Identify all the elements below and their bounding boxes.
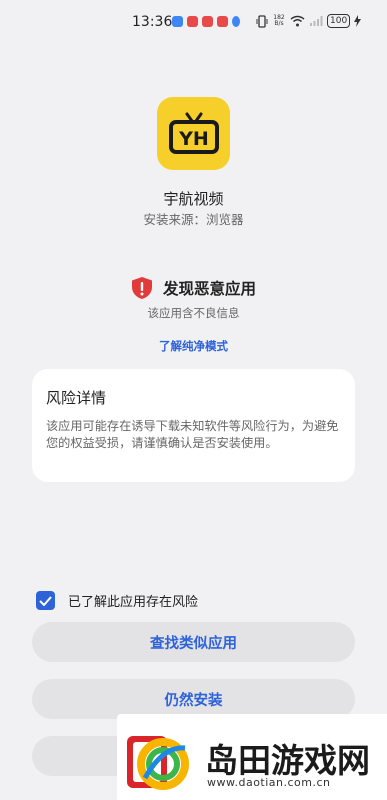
app-notification-icon	[217, 16, 228, 27]
app-icon: YH	[157, 97, 230, 170]
acknowledge-label: 已了解此应用存在风险	[68, 595, 199, 610]
learn-pure-mode-link[interactable]: 了解纯净模式	[0, 338, 387, 354]
risk-details-card: 风险详情 该应用可能存在诱导下载未知软件等风险行为，为避免您的权益受损，请谨慎确…	[32, 369, 355, 482]
app-notification-icon	[187, 16, 198, 27]
warning-header: 发现恶意应用	[0, 276, 387, 300]
risk-description: 该应用可能存在诱导下载未知软件等风险行为，为避免您的权益受损，请谨慎确认是否安装…	[46, 419, 339, 450]
watermark-url: www.daotian.com.cn	[207, 776, 331, 789]
warning-title: 发现恶意应用	[162, 280, 256, 298]
charging-icon	[354, 15, 362, 27]
signal-icon	[310, 16, 323, 26]
battery-icon: 100	[327, 14, 351, 28]
acknowledge-risk-row[interactable]: 已了解此应用存在风险	[36, 591, 198, 610]
shield-alert-icon	[131, 277, 152, 299]
risk-title: 风险详情	[46, 389, 107, 407]
app-icon-text: YH	[178, 128, 209, 150]
vibrate-icon	[256, 14, 268, 28]
net-speed: 182 B/s	[273, 14, 285, 27]
acknowledge-checkbox[interactable]	[36, 591, 55, 610]
install-source: 安装来源：浏览器	[143, 212, 244, 227]
status-bar: 13:36 182 B/s 100	[0, 0, 387, 44]
warning-subtitle: 该应用含不良信息	[147, 306, 240, 320]
watermark-logo-icon	[127, 736, 189, 790]
notification-icons	[172, 16, 240, 27]
find-similar-apps-button[interactable]: 查找类似应用	[32, 622, 355, 662]
tv-icon: YH	[168, 112, 219, 154]
wifi-icon	[290, 15, 305, 27]
checkmark-icon	[39, 595, 52, 606]
app-notification-icon	[202, 16, 213, 27]
install-warning-screen: 13:36 182 B/s 100 YH 宇航视频 安装来源：浏览器 发现恶意应…	[0, 0, 387, 800]
site-watermark: 岛田游戏网 www.daotian.com.cn	[117, 714, 387, 800]
app-notification-icon	[172, 16, 183, 27]
app-name: 宇航视频	[163, 190, 224, 208]
watermark-text: 岛田游戏网	[205, 741, 370, 780]
status-time: 13:36	[132, 14, 173, 30]
system-icons: 182 B/s 100	[256, 14, 362, 28]
app-notification-icon	[232, 16, 240, 27]
install-anyway-button[interactable]: 仍然安装	[32, 679, 355, 719]
